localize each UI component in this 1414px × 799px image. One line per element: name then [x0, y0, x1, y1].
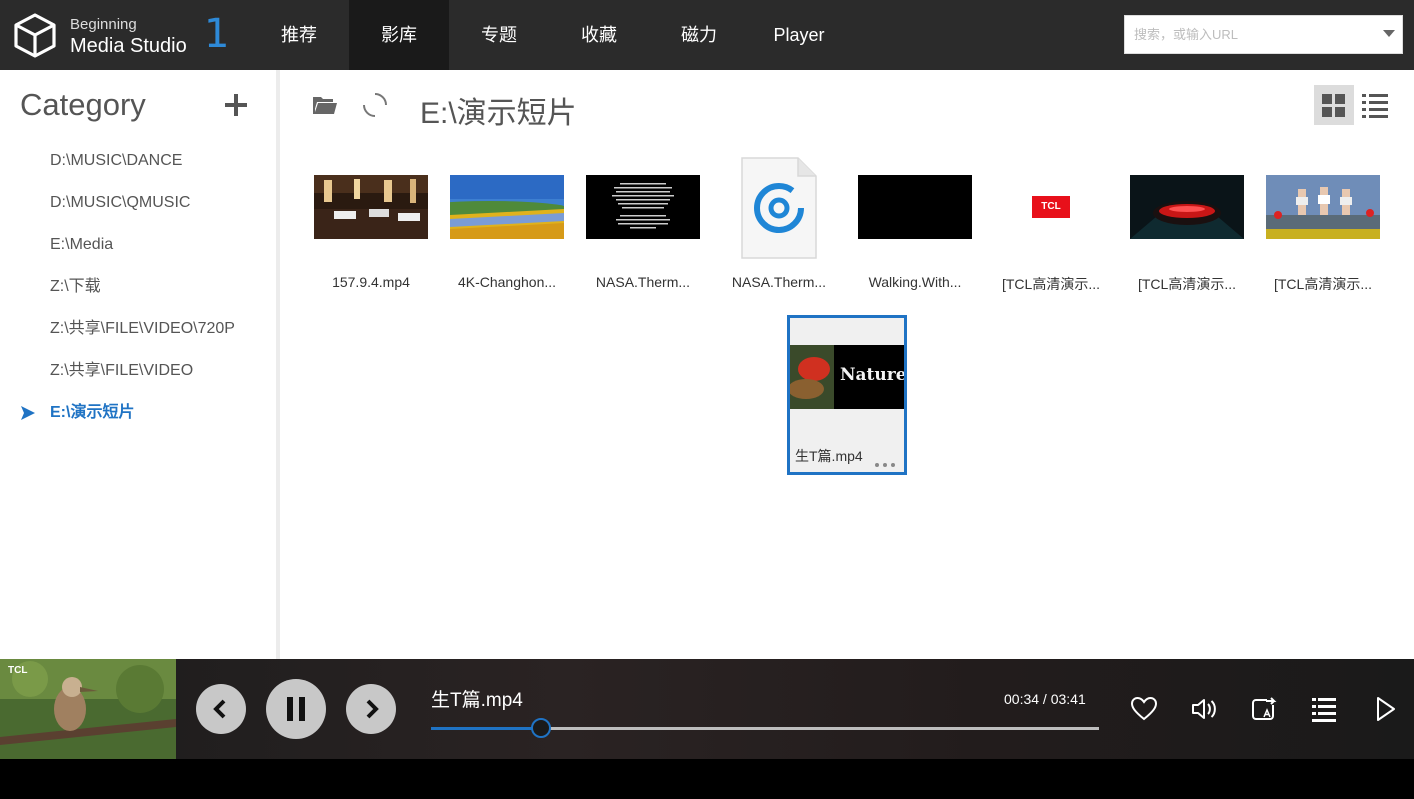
- file-name: [TCL高清演示...: [1137, 276, 1236, 292]
- category-item[interactable]: Z:\共享\FILE\VIDEO: [0, 350, 276, 392]
- video-thumbnail: TCL: [994, 175, 1108, 239]
- open-folder-icon[interactable]: [312, 94, 338, 116]
- chevron-left-icon: [213, 699, 226, 719]
- main-nav: 推荐 影库 专题 收藏 磁力 Player: [249, 0, 849, 70]
- video-thumbnail: [858, 175, 972, 239]
- tcl-badge: TCL: [8, 665, 28, 676]
- brand-line-2: Media Studio: [70, 35, 187, 57]
- file-item[interactable]: NASA.Therm...: [719, 140, 839, 290]
- tcl-logo: TCL: [1032, 196, 1070, 218]
- file-name: NASA.Therm...: [595, 274, 691, 290]
- file-item[interactable]: 157.9.4.mp4: [311, 140, 431, 290]
- category-sidebar: Category D:\MUSIC\DANCE D:\MUSIC\QMUSIC …: [0, 70, 276, 659]
- volume-icon[interactable]: [1190, 695, 1218, 723]
- nav-tab-player[interactable]: Player: [749, 0, 849, 70]
- file-name: Walking.With...: [868, 274, 962, 290]
- file-name: 4K-Changhon...: [457, 274, 557, 290]
- media-file-icon: [741, 157, 817, 259]
- search-box: [1124, 15, 1403, 54]
- progress-bar[interactable]: [431, 718, 1099, 738]
- list-view-icon[interactable]: [1360, 90, 1390, 120]
- nav-tab-topics[interactable]: 专题: [449, 0, 549, 70]
- category-title: Category: [20, 87, 146, 122]
- add-category-plus-icon[interactable]: [223, 92, 249, 118]
- file-name: [TCL高清演示...: [1001, 276, 1100, 292]
- category-item-label: E:\演示短片: [50, 404, 135, 421]
- thumbnail-text: Nature: [840, 365, 904, 385]
- more-options-icon[interactable]: [874, 462, 896, 468]
- nav-tab-library[interactable]: 影库: [349, 0, 449, 70]
- cube-logo-icon: [14, 13, 56, 58]
- file-item[interactable]: Walking.With...: [855, 140, 975, 290]
- chevron-right-icon: [366, 699, 379, 719]
- video-thumbnail: [450, 175, 564, 239]
- file-name: [TCL高清演示...: [1273, 276, 1372, 292]
- file-item[interactable]: [TCL高清演示...: [1127, 140, 1247, 292]
- now-playing-title: 生T篇.mp4: [431, 690, 523, 711]
- video-thumbnail: [314, 175, 428, 239]
- category-item[interactable]: E:\Media: [0, 224, 276, 266]
- previous-button[interactable]: [196, 684, 246, 734]
- category-item[interactable]: D:\MUSIC\QMUSIC: [0, 182, 276, 224]
- arrow-right-icon: [21, 406, 35, 420]
- file-item[interactable]: NASA.Therm...: [583, 140, 703, 290]
- category-list: D:\MUSIC\DANCE D:\MUSIC\QMUSIC E:\Media …: [0, 140, 276, 434]
- video-thumbnail: [586, 175, 700, 239]
- file-item[interactable]: [TCL高清演示...: [1263, 140, 1383, 292]
- file-name: NASA.Therm...: [731, 274, 827, 290]
- category-item-active[interactable]: E:\演示短片: [0, 392, 276, 434]
- progress-handle[interactable]: [531, 718, 552, 738]
- video-thumbnail: [1130, 175, 1244, 239]
- nav-tab-favorites[interactable]: 收藏: [549, 0, 649, 70]
- refresh-icon[interactable]: [362, 92, 388, 118]
- heart-icon[interactable]: [1130, 695, 1158, 723]
- search-input[interactable]: [1125, 16, 1365, 53]
- repeat-mode-icon[interactable]: [1250, 695, 1278, 723]
- video-thumbnail: [1266, 175, 1380, 239]
- bottom-strip: [0, 759, 1414, 799]
- category-item[interactable]: Z:\下载: [0, 266, 276, 308]
- file-item[interactable]: TCL [TCL高清演示...: [991, 140, 1111, 292]
- nav-tab-magnet[interactable]: 磁力: [649, 0, 749, 70]
- progress-fill: [431, 727, 542, 730]
- chevron-down-icon[interactable]: [1383, 30, 1395, 37]
- category-item[interactable]: D:\MUSIC\DANCE: [0, 140, 276, 182]
- playback-time: 00:34 / 03:41: [1004, 691, 1086, 707]
- grid-icon: [1322, 94, 1345, 117]
- brand-number: 1: [204, 11, 230, 57]
- play-icon[interactable]: [1372, 695, 1400, 723]
- grid-view-button[interactable]: [1314, 85, 1354, 125]
- library-main: E:\演示短片 157.9.4.mp4 4K-Changhon... NASA.…: [280, 70, 1414, 659]
- now-playing-artwork: TCL: [0, 659, 176, 759]
- nav-tab-recommend[interactable]: 推荐: [249, 0, 349, 70]
- top-bar: Beginning Media Studio 1 推荐 影库 专题 收藏 磁力 …: [0, 0, 1414, 70]
- file-item[interactable]: 4K-Changhon...: [447, 140, 567, 290]
- player-bar: TCL 生T篇.mp4 00:34 / 03:41: [0, 659, 1414, 759]
- video-thumbnail: Nature: [790, 345, 904, 409]
- file-item-selected[interactable]: Nature 生T篇.mp4: [787, 315, 907, 475]
- category-item[interactable]: Z:\共享\FILE\VIDEO\720P: [0, 308, 276, 350]
- next-button[interactable]: [346, 684, 396, 734]
- brand-line-1: Beginning: [70, 16, 137, 33]
- file-name: 157.9.4.mp4: [332, 274, 410, 290]
- playlist-icon[interactable]: [1310, 695, 1338, 723]
- pause-icon: [287, 697, 305, 721]
- current-path-title: E:\演示短片: [420, 97, 577, 130]
- pause-button[interactable]: [266, 679, 326, 739]
